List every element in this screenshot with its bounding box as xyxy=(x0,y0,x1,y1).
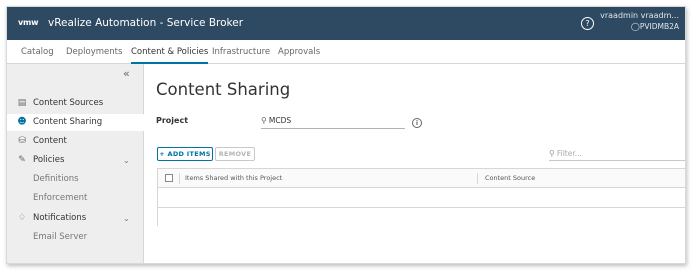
user-menu[interactable]: vraadmin vraadm... ◯PVIDMB2A xyxy=(600,11,679,31)
sidebar-item-enforcement[interactable]: Enforcement xyxy=(7,190,144,207)
chevron-down-icon[interactable]: ⌄ xyxy=(123,152,130,169)
page-title: Content Sharing xyxy=(156,80,291,99)
content-icon: ⛁ xyxy=(18,136,26,146)
filter-placeholder: Filter... xyxy=(556,149,582,158)
person-icon: ☻ xyxy=(17,117,27,127)
org-label: PVIDMB2A xyxy=(639,22,679,31)
column-header-items-shared[interactable]: Items Shared with this Project xyxy=(185,169,282,188)
add-items-button[interactable]: + ADD ITEMS xyxy=(157,147,213,161)
remove-button[interactable]: REMOVE xyxy=(215,147,255,161)
select-all-checkbox[interactable] xyxy=(165,174,173,182)
help-icon[interactable]: ? xyxy=(581,17,594,30)
sidebar-item-label: Policies xyxy=(33,155,65,165)
bell-icon: ♢ xyxy=(17,213,27,223)
project-value: MCDS xyxy=(268,116,292,125)
project-search-input[interactable]: ⚲ MCDS xyxy=(261,115,405,129)
sidebar-item-content[interactable]: ⛁ Content xyxy=(7,133,144,150)
app-window: vmw vRealize Automation - Service Broker… xyxy=(6,6,686,264)
tab-infrastructure[interactable]: Infrastructure xyxy=(212,40,270,64)
search-icon: ⚲ xyxy=(261,116,267,125)
app-title: vRealize Automation - Service Broker xyxy=(48,17,244,29)
column-header-content-source[interactable]: Content Source xyxy=(485,169,535,188)
sidebar-item-label: Content xyxy=(33,136,67,146)
sidebar-item-content-sharing[interactable]: ☻ Content Sharing xyxy=(7,114,144,131)
sidebar: « ▤ Content Sources ☻ Content Sharing ⛁ … xyxy=(7,64,144,263)
tab-deployments[interactable]: Deployments xyxy=(66,40,122,64)
info-icon[interactable]: i xyxy=(412,118,422,128)
sidebar-item-policies[interactable]: ✎ Policies ⌄ xyxy=(7,152,144,169)
vmware-logo: vmw xyxy=(18,18,39,27)
tab-content-policies[interactable]: Content & Policies xyxy=(131,40,209,64)
shared-items-table: Items Shared with this Project Content S… xyxy=(157,168,685,226)
filter-input[interactable]: ⚲ Filter... xyxy=(549,149,685,161)
tab-approvals[interactable]: Approvals xyxy=(278,40,320,64)
sidebar-item-label: Notifications xyxy=(33,213,87,223)
sidebar-item-definitions[interactable]: Definitions xyxy=(7,171,144,188)
person-icon: ◯ xyxy=(630,22,640,31)
double-chevron-left-icon[interactable]: « xyxy=(123,67,130,80)
org-name: ◯PVIDMB2A xyxy=(600,22,679,31)
tab-catalog[interactable]: Catalog xyxy=(21,40,54,64)
policies-icon: ✎ xyxy=(18,155,26,165)
table-footer xyxy=(158,208,685,226)
table-header: Items Shared with this Project Content S… xyxy=(158,169,685,188)
chevron-down-icon[interactable]: ⌄ xyxy=(123,210,130,227)
search-icon: ⚲ xyxy=(549,149,555,158)
app-header: vmw vRealize Automation - Service Broker… xyxy=(7,7,685,40)
column-divider xyxy=(477,173,478,184)
top-navigation: Catalog Deployments Content & Policies I… xyxy=(7,40,685,64)
sidebar-item-notifications[interactable]: ♢ Notifications ⌄ xyxy=(7,210,144,227)
project-label: Project xyxy=(156,116,189,125)
main-content: Content Sharing Project ⚲ MCDS i + ADD IT… xyxy=(145,64,685,263)
sidebar-item-content-sources[interactable]: ▤ Content Sources xyxy=(7,95,144,112)
sidebar-item-label: Content Sources xyxy=(33,98,104,108)
user-name: vraadmin vraadm... xyxy=(600,11,679,20)
sidebar-item-label: Content Sharing xyxy=(33,117,103,127)
column-divider xyxy=(179,173,180,184)
sidebar-item-email-server[interactable]: Email Server xyxy=(7,229,144,246)
content-sources-icon: ▤ xyxy=(17,98,27,108)
